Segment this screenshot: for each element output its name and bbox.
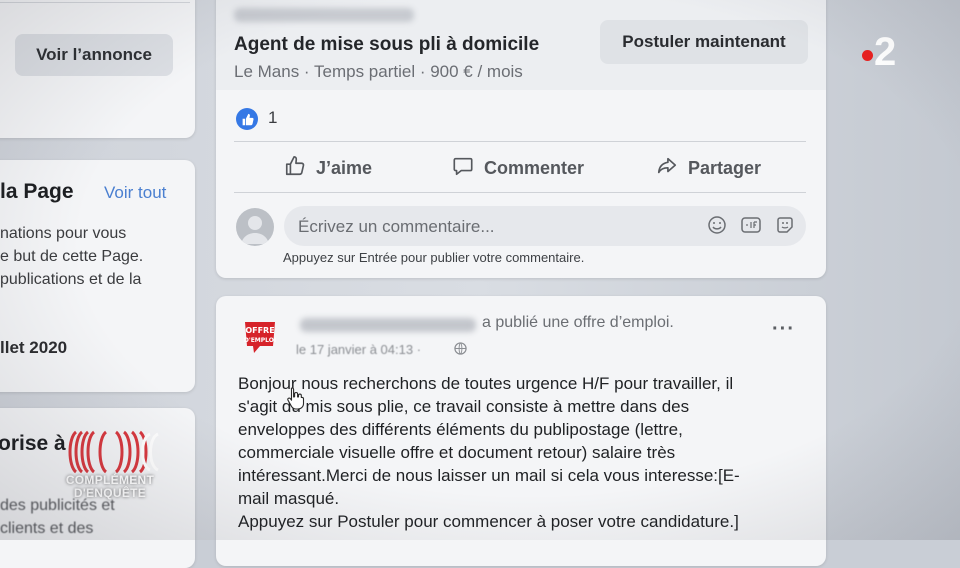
comment-button[interactable]: Commenter xyxy=(452,152,584,184)
emoji-icon[interactable] xyxy=(706,214,728,236)
job-offer-post: OFFRE D'EMPLOI a publié une offre d’emplo… xyxy=(216,296,826,566)
job-header: Agent de mise sous pli à domicile Le Man… xyxy=(216,0,826,90)
comment-hint: Appuyez sur Entrée pour publier votre co… xyxy=(283,250,585,265)
show-name: COMPLÉMENT D'ENQUÊTE xyxy=(65,473,155,500)
user-avatar[interactable] xyxy=(236,208,274,246)
svg-text:OFFRE: OFFRE xyxy=(245,326,274,335)
divider xyxy=(234,192,806,193)
hand-cursor-icon xyxy=(286,386,306,410)
like-label: J’aime xyxy=(316,157,373,178)
france2-logo: 2 xyxy=(858,30,908,74)
screen-photo: Voir l’annonce la Page Voir tout nations… xyxy=(0,0,960,568)
gif-icon[interactable] xyxy=(740,214,762,236)
voir-tout-link[interactable]: Voir tout xyxy=(104,183,166,203)
like-reaction-icon[interactable] xyxy=(236,108,258,130)
more-options-button[interactable]: ··· xyxy=(772,318,795,341)
post-body-text: Bonjour nous recherchons de toutes urgen… xyxy=(238,374,740,531)
post-timestamp[interactable]: le 17 janvier à 04:13 · xyxy=(296,342,421,357)
comment-placeholder: Écrivez un commentaire... xyxy=(298,217,495,236)
blurred-employer-name xyxy=(234,8,414,22)
like-count[interactable]: 1 xyxy=(268,108,277,128)
page-section-title: la Page xyxy=(0,180,74,203)
thumbs-up-icon xyxy=(284,155,306,182)
share-button[interactable]: Partager xyxy=(656,152,761,184)
globe-icon xyxy=(454,342,467,355)
job-listing-card: Agent de mise sous pli à domicile Le Man… xyxy=(216,0,826,278)
left-card-top: Voir l’annonce xyxy=(0,0,195,138)
offre-emploi-logo[interactable]: OFFRE D'EMPLOI xyxy=(242,320,278,354)
page-creation-date: llet 2020 xyxy=(0,338,68,357)
page-info-card: la Page Voir tout nations pour vous e bu… xyxy=(0,160,195,392)
job-meta: Le Mans · Temps partiel · 900 € / mois xyxy=(234,62,523,81)
comment-label: Commenter xyxy=(484,157,585,178)
divider xyxy=(234,141,806,142)
comment-icon xyxy=(452,155,474,182)
blurred-poster-name xyxy=(300,318,476,332)
post-action-text: a publié une offre d’emploi. xyxy=(482,314,674,331)
divider xyxy=(0,2,190,3)
comment-tools xyxy=(706,214,796,236)
share-label: Partager xyxy=(688,157,762,178)
like-button[interactable]: J’aime xyxy=(284,152,372,184)
svg-text:D'EMPLOI: D'EMPLOI xyxy=(244,337,276,344)
comment-input[interactable]: Écrivez un commentaire... xyxy=(284,206,806,246)
voir-annonce-button[interactable]: Voir l’annonce xyxy=(15,34,173,76)
apply-now-button[interactable]: Postuler maintenant xyxy=(600,20,808,64)
channel-number: 2 xyxy=(874,30,897,74)
france2-dot xyxy=(862,50,873,61)
page-about-text: nations pour vous e but de cette Page. p… xyxy=(0,225,144,288)
share-arrow-icon xyxy=(656,155,678,182)
sticker-icon[interactable] xyxy=(774,214,796,236)
job-title[interactable]: Agent de mise sous pli à domicile xyxy=(234,34,539,56)
